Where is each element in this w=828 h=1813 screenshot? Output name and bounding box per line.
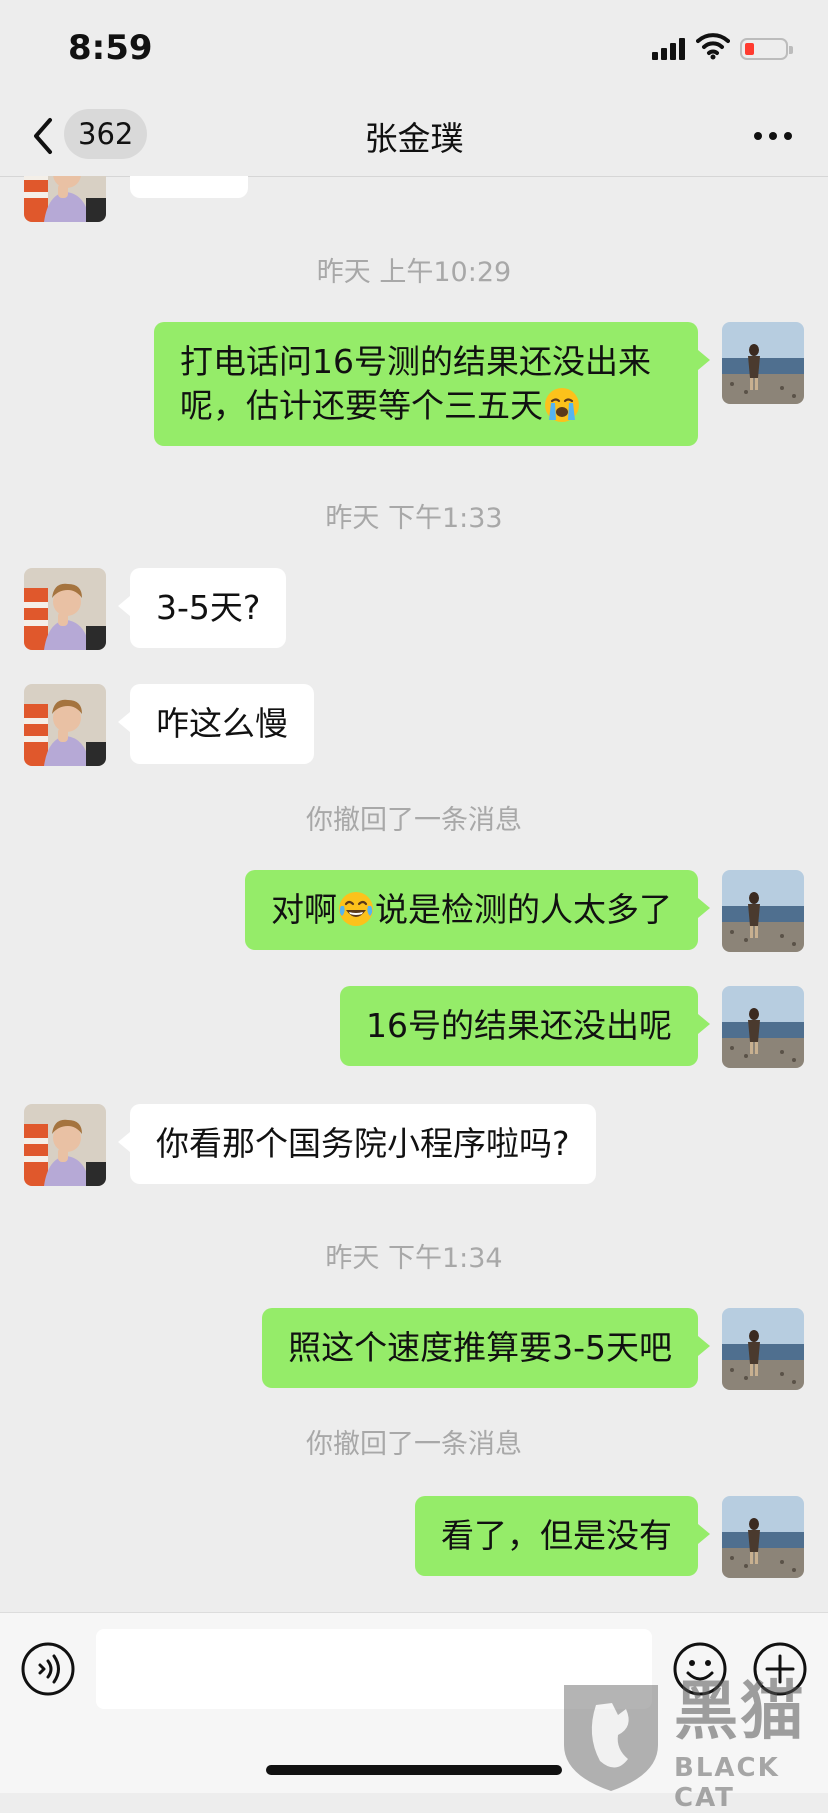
watermark-text: 黑猫	[674, 1675, 806, 1749]
cellular-signal-icon	[652, 38, 685, 60]
message-list[interactable]: 昨天 上午10:29 打电话问16号测的结果还没出来呢，估计还要等个三五天 昨天…	[0, 176, 828, 1612]
face-with-tears-of-joy-icon	[337, 890, 375, 928]
message-bubble-clipped[interactable]	[130, 176, 248, 198]
friend-avatar[interactable]	[24, 684, 106, 766]
back-chevron-icon[interactable]	[28, 114, 58, 158]
my-avatar[interactable]	[722, 322, 804, 404]
message-bubble-incoming[interactable]: 咋这么慢	[118, 684, 314, 764]
message-bubble-outgoing[interactable]: 看了，但是没有	[415, 1496, 710, 1576]
message-text: 你看那个国务院小程序啦吗?	[156, 1124, 570, 1163]
timestamp: 昨天 上午10:29	[316, 257, 512, 288]
status-bar: 8:59	[0, 0, 828, 96]
voice-icon[interactable]	[20, 1641, 76, 1697]
input-bar: 黑猫 BLACK CAT	[0, 1612, 828, 1813]
message-bubble-incoming[interactable]: 3-5天?	[117, 568, 287, 648]
timestamp: 昨天 下午1:33	[325, 503, 503, 534]
my-avatar[interactable]	[722, 1308, 804, 1390]
message-text: 3-5天?	[156, 588, 261, 627]
black-cat-logo-icon	[564, 1685, 658, 1791]
message-text: 说是检测的人太多了	[375, 890, 672, 929]
message-bubble-outgoing[interactable]: 照这个速度推算要3-5天吧	[262, 1308, 710, 1388]
message-bubble-outgoing[interactable]: 16号的结果还没出呢	[340, 986, 710, 1066]
black-cat-watermark: 黑猫 BLACK CAT	[556, 1675, 828, 1813]
more-options-icon[interactable]	[748, 116, 798, 156]
timestamp: 昨天 下午1:34	[325, 1243, 503, 1274]
friend-avatar[interactable]	[24, 568, 106, 650]
message-text: 看了，但是没有	[441, 1516, 672, 1555]
my-avatar[interactable]	[722, 1496, 804, 1578]
wifi-icon	[696, 33, 730, 60]
unread-count-badge[interactable]: 362	[64, 109, 148, 159]
home-indicator[interactable]	[266, 1765, 562, 1775]
watermark-subtext: BLACK CAT	[674, 1753, 780, 1813]
message-bubble-outgoing[interactable]: 打电话问16号测的结果还没出来呢，估计还要等个三五天	[154, 322, 710, 446]
message-text: 对啊	[271, 890, 337, 929]
loudly-crying-face-icon	[543, 386, 581, 424]
recall-notice: 你撤回了一条消息	[306, 805, 522, 836]
message-bubble-outgoing[interactable]: 对啊 说是检测的人太多了	[245, 870, 710, 950]
my-avatar[interactable]	[722, 870, 804, 952]
message-text: 咋这么慢	[156, 704, 288, 743]
message-bubble-incoming[interactable]: 你看那个国务院小程序啦吗?	[118, 1104, 596, 1184]
status-time: 8:59	[68, 28, 153, 68]
friend-avatar[interactable]	[24, 1104, 106, 1186]
message-text: 照这个速度推算要3-5天吧	[288, 1328, 672, 1367]
my-avatar[interactable]	[722, 986, 804, 1068]
battery-icon	[740, 38, 793, 60]
friend-avatar[interactable]	[24, 176, 106, 222]
chat-header: 362 张金璞	[0, 96, 828, 177]
recall-notice: 你撤回了一条消息	[306, 1429, 522, 1460]
message-text: 16号的结果还没出呢	[366, 1006, 672, 1045]
